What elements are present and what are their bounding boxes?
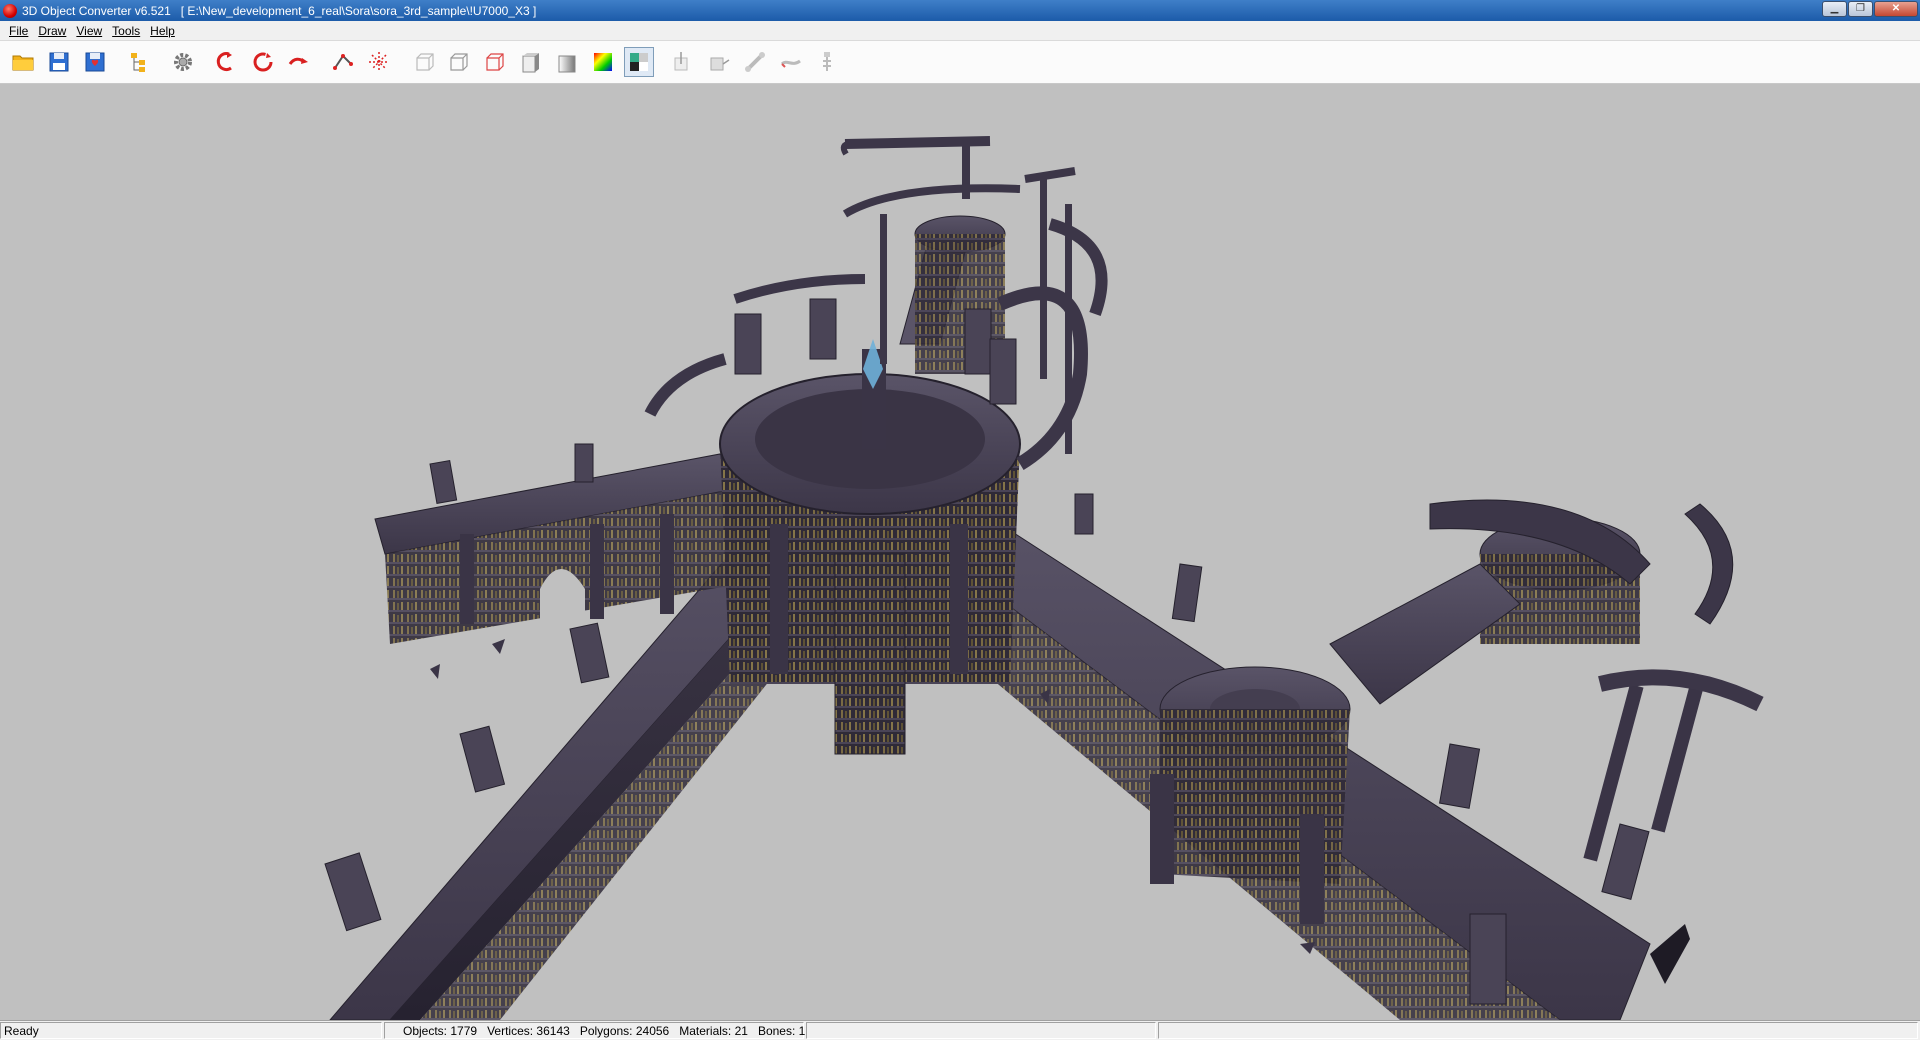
- 3d-model-render: [324, 136, 1764, 1020]
- normals-icon: [674, 52, 688, 71]
- menu-help-label: Help: [150, 23, 175, 38]
- status-bones: Bones: 1: [757, 1023, 806, 1038]
- settings-gear-icon: [174, 53, 192, 71]
- wireframe-hidden-button[interactable]: [444, 47, 474, 77]
- face-normals-button[interactable]: [704, 47, 734, 77]
- texture-button[interactable]: [624, 47, 654, 77]
- 3d-viewport[interactable]: [0, 84, 1920, 1020]
- smooth-shading-icon: [558, 55, 576, 73]
- flat-shading-button[interactable]: [516, 47, 546, 77]
- rotate-y-button[interactable]: [248, 47, 278, 77]
- menu-tools-label: Tools: [112, 23, 141, 38]
- rotate-y-icon: [253, 52, 273, 72]
- wireframe-hidden-icon: [450, 53, 468, 71]
- title-bar: 3D Object Converter v6.521 [ E:\New_deve…: [0, 0, 1920, 21]
- rotate-x-icon: [216, 52, 232, 72]
- menu-draw[interactable]: Draw: [33, 24, 71, 38]
- settings-button[interactable]: [168, 47, 198, 77]
- status-objects: Objects: 1779: [403, 1023, 478, 1038]
- save-button[interactable]: [44, 47, 74, 77]
- save-as-button[interactable]: [80, 47, 110, 77]
- app-title: 3D Object Converter v6.521: [22, 3, 171, 18]
- bones-icon: [745, 52, 765, 72]
- app-icon[interactable]: [3, 3, 17, 18]
- menu-view-label: View: [76, 23, 103, 38]
- status-ready: Ready: [0, 1022, 382, 1039]
- document-path: [ E:\New_development_6_real\Sora\sora_3r…: [180, 3, 537, 18]
- texture-icon: [630, 53, 648, 71]
- face-normals-icon: [710, 57, 730, 71]
- save-as-icon: [85, 52, 105, 72]
- close-icon: ✕: [1891, 3, 1901, 14]
- minimize-icon: ▁: [1830, 3, 1839, 14]
- status-pane-4: [1158, 1022, 1918, 1039]
- bounding-box-button[interactable]: [364, 47, 394, 77]
- rotate-x-button[interactable]: [212, 47, 242, 77]
- open-folder-icon: [12, 55, 34, 71]
- restore-icon: ❐: [1856, 3, 1865, 14]
- object-tree-icon: [131, 53, 145, 72]
- vertex-color-icon: [594, 53, 612, 71]
- title-spacer: [171, 4, 181, 18]
- wireframe-color-button[interactable]: [480, 47, 510, 77]
- vertices-button[interactable]: [328, 47, 358, 77]
- toolbar: [0, 41, 1920, 84]
- menu-file[interactable]: File: [4, 24, 33, 38]
- bounding-box-icon: [369, 52, 389, 72]
- menu-view[interactable]: View: [71, 24, 107, 38]
- animation-button[interactable]: [776, 47, 806, 77]
- normals-button[interactable]: [668, 47, 698, 77]
- rotate-z-icon: [288, 57, 308, 65]
- rotate-z-button[interactable]: [284, 47, 314, 77]
- skeleton-button[interactable]: [812, 47, 842, 77]
- status-pane-3: [806, 1022, 1156, 1039]
- vertices-icon: [333, 54, 353, 70]
- window-controls: ▁ ❐ ✕: [1822, 1, 1918, 17]
- flat-shading-icon: [522, 53, 539, 73]
- save-icon: [49, 52, 69, 72]
- menu-file-label: File: [9, 23, 29, 38]
- status-bar: Ready Objects: 1779 Vertices: 36143 Poly…: [0, 1020, 1920, 1040]
- menu-tools[interactable]: Tools: [107, 24, 145, 38]
- maximize-button[interactable]: ❐: [1848, 1, 1873, 17]
- object-tree-button[interactable]: [124, 47, 154, 77]
- wireframe-button[interactable]: [408, 47, 438, 77]
- vertex-color-button[interactable]: [588, 47, 618, 77]
- open-button[interactable]: [8, 47, 38, 77]
- smooth-shading-button[interactable]: [552, 47, 582, 77]
- close-button[interactable]: ✕: [1874, 1, 1918, 17]
- wireframe-color-icon: [486, 53, 504, 71]
- skeleton-icon: [823, 52, 831, 71]
- menu-draw-label: Draw: [38, 23, 67, 38]
- menu-bar: File Draw View Tools Help: [0, 21, 1920, 41]
- status-polygons: Polygons: 24056: [579, 1023, 670, 1038]
- status-vertices: Vertices: 36143: [487, 1023, 570, 1038]
- wireframe-icon: [416, 53, 434, 71]
- status-stats: Objects: 1779 Vertices: 36143 Polygons: …: [384, 1022, 806, 1039]
- bones-button[interactable]: [740, 47, 770, 77]
- animation-icon: [780, 59, 801, 68]
- menu-help[interactable]: Help: [145, 24, 180, 38]
- minimize-button[interactable]: ▁: [1822, 1, 1847, 17]
- status-materials: Materials: 21: [679, 1023, 748, 1038]
